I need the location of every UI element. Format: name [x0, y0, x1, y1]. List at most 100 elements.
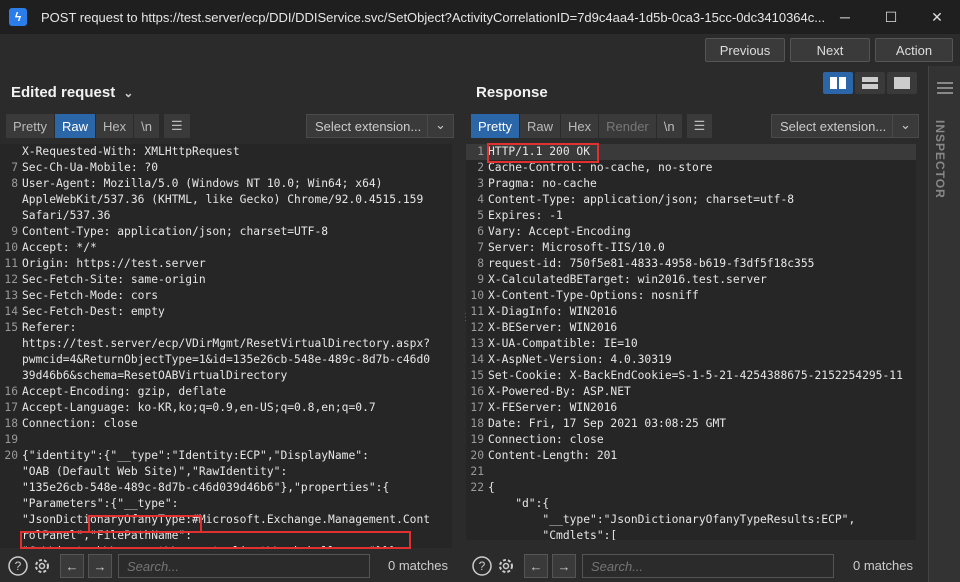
code-line: 12 Sec-Fetch-Site: same-origin [0, 272, 452, 288]
tab-pretty[interactable]: Pretty [6, 114, 55, 138]
burp-app-icon: ϟ [9, 8, 27, 26]
code-line: 16 X-Powered-By: ASP.NET [466, 384, 916, 400]
line-text: Origin: https://test.server [22, 257, 206, 270]
back-arrow-icon[interactable]: ← [524, 554, 548, 578]
close-button[interactable]: ✕ [914, 0, 960, 34]
line-text: "C:\\inetpub\\wwwroot\\aspnet_client\\we… [22, 544, 396, 548]
line-text: Vary: Accept-Encoding [488, 225, 631, 238]
line-text: "d":{ [488, 497, 550, 510]
menu-icon[interactable] [937, 82, 953, 94]
line-text: Content-Length: 201 [488, 449, 618, 462]
line-number: 14 [470, 353, 484, 366]
code-line: 13 Sec-Fetch-Mode: cors [0, 288, 452, 304]
line-text: HTTP/1.1 200 OK [488, 145, 591, 158]
inspector-label[interactable]: INSPECTOR [933, 120, 947, 199]
response-search-bar: ? ← → [470, 550, 834, 582]
line-text: Accept: */* [22, 241, 97, 254]
help-icon[interactable]: ? [6, 554, 30, 578]
code-line: 6 Vary: Accept-Encoding [466, 224, 916, 240]
line-number [0, 368, 22, 384]
stacked-layout-icon[interactable] [855, 72, 885, 94]
line-text: X-UA-Compatible: IE=10 [488, 337, 638, 350]
side-by-side-layout-icon[interactable] [823, 72, 853, 94]
tab-raw[interactable]: Raw [519, 114, 561, 138]
line-number: 16 [470, 385, 484, 398]
edited-request-title[interactable]: Edited request ⌄ [11, 84, 133, 101]
line-text: Sec-Ch-Ua-Mobile: ?0 [22, 161, 159, 174]
select-extension-label: Select extension... [315, 118, 422, 134]
code-line: 18 Date: Fri, 17 Sep 2021 03:08:25 GMT [466, 416, 916, 432]
line-number [0, 464, 22, 480]
line-text: Content-Type: application/json; charset=… [22, 225, 329, 238]
line-number [466, 496, 488, 512]
tab-pretty[interactable]: Pretty [471, 114, 520, 138]
hamburger-menu-icon[interactable]: ☰ [686, 114, 714, 138]
line-text: https://test.server/ecp/VDirMgmt/ResetVi… [22, 337, 431, 350]
code-line: Safari/537.36 [0, 208, 452, 224]
code-line: 9 Content-Type: application/json; charset… [0, 224, 452, 240]
code-line: 18 Connection: close [0, 416, 452, 432]
line-text: Connection: close [22, 417, 138, 430]
code-line: 15 Referer: [0, 320, 452, 336]
help-icon[interactable]: ? [470, 554, 494, 578]
request-search-bar: ? ← → [6, 550, 370, 582]
line-text: Accept-Encoding: gzip, deflate [22, 385, 227, 398]
tab-raw[interactable]: Raw [54, 114, 96, 138]
tab-hex[interactable]: Hex [560, 114, 600, 138]
back-arrow-icon[interactable]: ← [60, 554, 84, 578]
request-search-input[interactable] [118, 554, 370, 578]
chevron-down-icon: ⌄ [123, 86, 134, 100]
request-matches-count: 0 matches [388, 558, 448, 573]
tab-newline[interactable]: \n [656, 114, 683, 138]
line-text: Sec-Fetch-Dest: empty [22, 305, 165, 318]
response-title: Response [476, 84, 548, 101]
select-extension-dropdown[interactable]: Select extension... ⌄ [771, 114, 919, 138]
line-text: "__type":"JsonDictionaryOfanyTypeResults… [488, 513, 856, 526]
next-button[interactable]: Next [790, 38, 870, 62]
response-view-tabs: Pretty Raw Hex Render \n ☰ [471, 114, 714, 138]
tab-render[interactable]: Render [599, 114, 657, 138]
line-number: 13 [4, 289, 18, 302]
response-search-input[interactable] [582, 554, 834, 578]
line-number: 8 [11, 177, 18, 190]
line-text: Pragma: no-cache [488, 177, 597, 190]
action-button[interactable]: Action [875, 38, 953, 62]
settings-gear-icon[interactable] [30, 554, 54, 578]
line-text: X-Requested-With: XMLHttpRequest [22, 145, 240, 158]
line-text: X-DiagInfo: WIN2016 [488, 305, 618, 318]
line-number [0, 208, 22, 224]
title-bar: ϟ POST request to https://test.server/ec… [0, 0, 960, 34]
code-line: 14 X-AspNet-Version: 4.0.30319 [466, 352, 916, 368]
line-number: 12 [4, 273, 18, 286]
forward-arrow-icon[interactable]: → [88, 554, 112, 578]
line-number: 13 [470, 337, 484, 350]
line-number [0, 192, 22, 208]
code-line: 8 request-id: 750f5e81-4833-4958-b619-f3d… [466, 256, 916, 272]
tab-hex[interactable]: Hex [95, 114, 135, 138]
line-text: {"identity":{"__type":"Identity:ECP","Di… [22, 449, 369, 462]
single-pane-layout-icon[interactable] [887, 72, 917, 94]
select-extension-dropdown[interactable]: Select extension... ⌄ [306, 114, 454, 138]
line-number: 9 [11, 225, 18, 238]
tab-newline[interactable]: \n [134, 114, 160, 138]
maximize-button[interactable]: ☐ [868, 0, 914, 34]
previous-button[interactable]: Previous [705, 38, 785, 62]
line-text: Sec-Fetch-Site: same-origin [22, 273, 206, 286]
line-number: 14 [4, 305, 18, 318]
request-editor[interactable]: X-Requested-With: XMLHttpRequest 7 Sec-Ch-… [0, 144, 452, 548]
forward-arrow-icon[interactable]: → [552, 554, 576, 578]
line-number: 10 [4, 241, 18, 254]
line-text: Content-Type: application/json; charset=… [488, 193, 795, 206]
line-text: "JsonDictionaryOfanyType:#Microsoft.Exch… [22, 513, 431, 526]
settings-gear-icon[interactable] [494, 554, 518, 578]
code-line: 7 Server: Microsoft-IIS/10.0 [466, 240, 916, 256]
line-number: 17 [470, 401, 484, 414]
minimize-button[interactable]: ─ [822, 0, 868, 34]
line-number: 19 [4, 433, 18, 446]
hamburger-menu-icon[interactable]: ☰ [163, 114, 191, 138]
line-text: Connection: close [488, 433, 604, 446]
code-line: 7 Sec-Ch-Ua-Mobile: ?0 [0, 160, 452, 176]
response-viewer[interactable]: 1 HTTP/1.1 200 OK 2 Cache-Control: no-cache… [466, 144, 916, 540]
line-text: Set-Cookie: X-BackEndCookie=S-1-5-21-425… [488, 369, 903, 382]
line-number: 3 [477, 177, 484, 190]
